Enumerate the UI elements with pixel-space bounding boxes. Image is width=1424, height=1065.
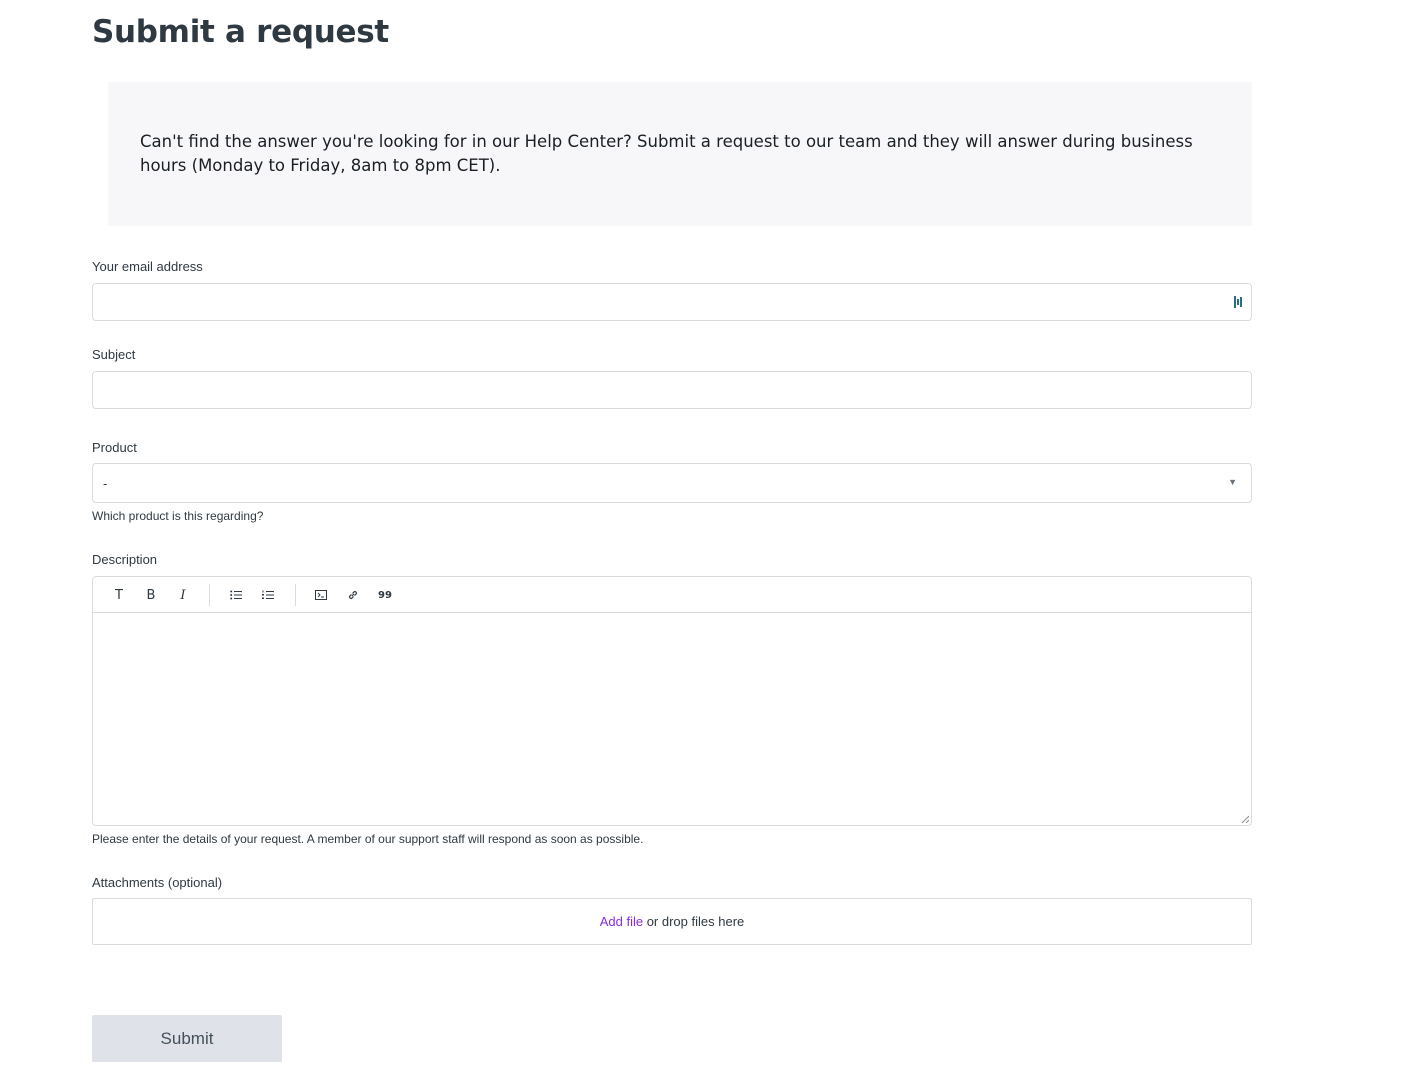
description-label: Description [92, 552, 158, 567]
dropdown-caret-icon: ▼ [1228, 477, 1237, 487]
autofill-icon[interactable] [1233, 295, 1245, 309]
description-editor[interactable]: T B I 99 [92, 576, 1252, 826]
attachments-label: Attachments (optional) [92, 875, 223, 890]
drop-files-text: or drop files here [643, 914, 745, 929]
toolbar-divider [295, 584, 296, 606]
italic-button[interactable]: I [173, 585, 193, 605]
email-field[interactable] [92, 283, 1252, 321]
submit-button[interactable]: Submit [92, 1015, 282, 1062]
product-label: Product [92, 440, 137, 455]
email-label: Your email address [92, 259, 203, 274]
bold-button[interactable]: B [141, 585, 161, 605]
help-notice-text: Can't find the answer you're looking for… [140, 132, 1193, 175]
editor-toolbar: T B I 99 [93, 577, 1251, 613]
page-title: Submit a request [92, 14, 389, 50]
code-block-button[interactable] [311, 585, 331, 605]
bullet-list-icon [230, 590, 242, 600]
toolbar-divider [209, 584, 210, 606]
link-icon [348, 590, 358, 600]
numbered-list-button[interactable] [258, 585, 278, 605]
product-select[interactable]: - ▼ [92, 463, 1252, 503]
link-button[interactable] [343, 585, 363, 605]
subject-field[interactable] [92, 371, 1252, 409]
text-format-button[interactable]: T [109, 585, 129, 605]
resize-grip-icon[interactable] [1241, 815, 1249, 823]
quote-icon[interactable]: 99 [375, 585, 395, 605]
subject-label: Subject [92, 347, 136, 362]
numbered-list-icon [262, 590, 274, 599]
add-file-link[interactable]: Add file [600, 914, 643, 929]
code-block-icon [315, 590, 327, 600]
help-notice: Can't find the answer you're looking for… [108, 82, 1252, 226]
description-hint: Please enter the details of your request… [92, 832, 644, 846]
bullet-list-button[interactable] [226, 585, 246, 605]
product-hint: Which product is this regarding? [92, 509, 264, 523]
product-select-value: - [103, 476, 108, 491]
attachments-dropzone[interactable]: Add file or drop files here [92, 898, 1252, 945]
